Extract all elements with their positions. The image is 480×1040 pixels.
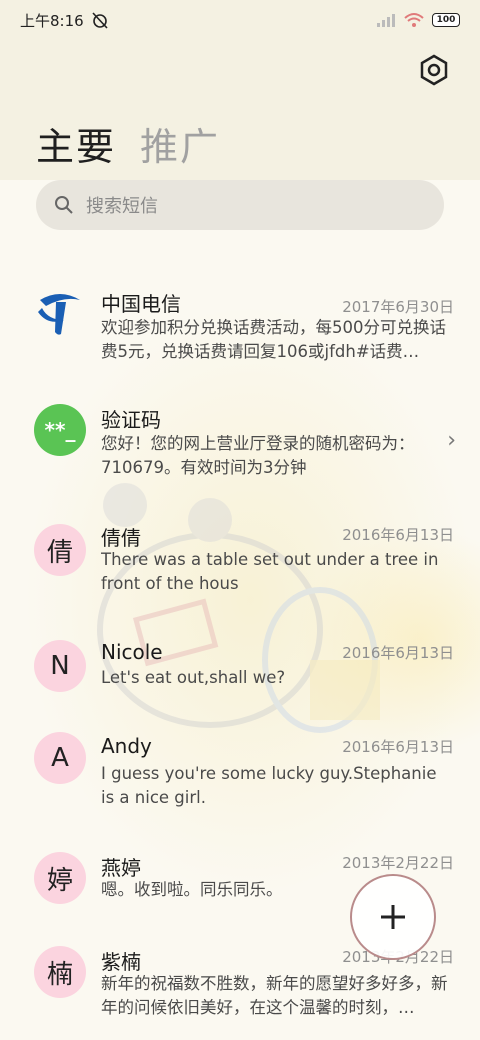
search-input[interactable]: 搜索短信 — [36, 180, 444, 230]
avatar: N — [34, 640, 86, 692]
message-sender: 倩倩 — [101, 526, 141, 550]
message-row-nicole[interactable]: N Nicole 2016年6月13日 Let's eat out,shall … — [0, 636, 480, 716]
search-placeholder: 搜索短信 — [86, 196, 158, 217]
wifi-icon — [404, 13, 424, 27]
message-date: 2016年6月13日 — [342, 526, 454, 544]
message-row-china-telecom[interactable]: 中国电信 2017年6月30日 欢迎参加积分兑换话费活动，每500分可兑换话费5… — [0, 280, 480, 380]
message-sender: 中国电信 — [101, 292, 181, 316]
status-time: 上午8:16 — [20, 11, 84, 30]
battery-level: 100 — [436, 15, 456, 25]
battery-indicator: 100 — [432, 13, 460, 27]
avatar: 楠 — [34, 946, 86, 998]
message-row-verification[interactable]: **_ 验证码 您好！您的网上营业厅登录的随机密码为：710679。有效时间为3… — [0, 398, 480, 498]
tab-primary[interactable]: 主要 — [36, 116, 116, 171]
message-date: 2013年2月22日 — [342, 854, 454, 872]
avatar: **_ — [34, 404, 86, 456]
avatar: 婷 — [34, 852, 86, 904]
message-date: 2017年6月30日 — [342, 298, 454, 316]
search-icon — [55, 196, 73, 214]
settings-hex-icon — [420, 54, 448, 86]
message-sender: 燕婷 — [101, 856, 141, 880]
status-bar: 上午8:16 100 — [0, 0, 480, 40]
message-sender: 验证码 — [101, 408, 161, 432]
chevron-right-icon: › — [447, 428, 456, 453]
avatar: A — [34, 732, 86, 784]
alarm-off-icon — [92, 12, 108, 29]
message-row-andy[interactable]: A Andy 2016年6月13日 I guess you're some lu… — [0, 732, 480, 832]
message-row-zinan[interactable]: 楠 紫楠 2013年2月22日 新年的祝福数不胜数，新年的愿望好多好多，新年的问… — [0, 944, 480, 1040]
category-tabs: 主要 推广 — [36, 116, 220, 171]
signal-icon — [377, 14, 395, 27]
message-preview: There was a table set out under a tree i… — [101, 550, 439, 593]
message-sender: 紫楠 — [101, 950, 141, 974]
compose-button[interactable] — [350, 874, 436, 960]
message-date: 2016年6月13日 — [342, 738, 454, 756]
message-date: 2016年6月13日 — [342, 644, 454, 662]
message-preview: 欢迎参加积分兑换话费活动，每500分可兑换话费5元，兑换话费请回复106或jfd… — [101, 318, 446, 361]
tab-promotions[interactable]: 推广 — [140, 116, 220, 171]
message-preview: Let's eat out,shall we? — [101, 668, 286, 687]
message-sender: Nicole — [101, 640, 163, 664]
avatar: 倩 — [34, 524, 86, 576]
message-preview: 嗯。收到啦。同乐同乐。 — [101, 880, 283, 899]
message-row-qianqian[interactable]: 倩 倩倩 2016年6月13日 There was a table set ou… — [0, 518, 480, 618]
settings-button[interactable] — [416, 52, 452, 88]
message-preview: I guess you're some lucky guy.Stephanie … — [101, 764, 437, 807]
china-telecom-logo-icon — [38, 294, 80, 335]
plus-icon — [381, 905, 405, 929]
message-preview: 您好！您的网上营业厅登录的随机密码为：710679。有效时间为3分钟 — [101, 434, 415, 477]
message-preview: 新年的祝福数不胜数，新年的愿望好多好多，新年的问候依旧美好，在这个温馨的时刻，… — [101, 974, 448, 1017]
avatar — [34, 286, 86, 338]
message-sender: Andy — [101, 734, 152, 758]
